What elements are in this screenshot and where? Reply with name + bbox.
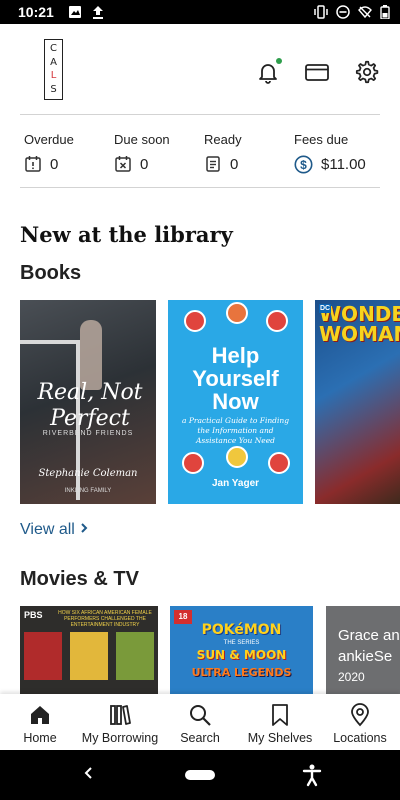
- document-icon: [206, 156, 220, 172]
- movie-cover-grace-and-frankie[interactable]: Grace an ankieSe 2020: [326, 606, 400, 694]
- books-heading: Books: [20, 262, 82, 284]
- book-author: Jan Yager: [211, 478, 260, 489]
- battery-icon: [380, 5, 390, 19]
- bookmark-icon: [272, 704, 288, 726]
- ready-label: Ready: [204, 132, 242, 147]
- movie-subtitle: THE SERIES: [223, 640, 260, 646]
- fees-due-label: Fees due: [294, 132, 349, 147]
- view-all-books-link[interactable]: View all: [20, 521, 89, 539]
- pbs-badge: PBS: [24, 610, 43, 620]
- movie-subtitle: ULTRA LEGENDS: [191, 666, 292, 679]
- movie-subtitle: SUN & MOON: [196, 648, 287, 662]
- system-navigation-bar: [0, 750, 400, 800]
- book-title-line: Real, Not: [37, 380, 143, 405]
- logo-letter-a: A: [50, 56, 57, 68]
- app-header: C A L S: [0, 24, 400, 114]
- bus-emblem-icon: [268, 452, 290, 474]
- settings-button[interactable]: [352, 58, 380, 86]
- bottom-navigation: Home My Borrowing Search My Shelves Loca…: [0, 694, 400, 750]
- cals-logo[interactable]: C A L S: [44, 39, 63, 100]
- do-not-disturb-icon: [336, 5, 350, 19]
- medical-cross-emblem-icon: [182, 452, 204, 474]
- status-bar: 10:21: [0, 0, 400, 24]
- notifications-button[interactable]: [254, 58, 282, 86]
- image-notification-icon: [68, 6, 81, 18]
- dollar-circle-icon: $: [294, 155, 313, 174]
- book-series: RIVERBEND FRIENDS: [42, 430, 134, 437]
- due-soon-label: Due soon: [114, 132, 170, 147]
- movie-caption: HOW SIX AFRICAN AMERICAN FEMALE PERFORME…: [58, 610, 152, 628]
- chevron-right-icon: [81, 523, 88, 533]
- status-time: 10:21: [18, 4, 54, 20]
- gear-icon: [355, 60, 379, 84]
- bell-icon: [259, 64, 277, 84]
- nav-my-borrowing[interactable]: My Borrowing: [80, 694, 160, 750]
- new-at-library-heading: New at the library: [20, 222, 233, 247]
- fees-due-stat[interactable]: Fees due $ $11.00: [294, 132, 366, 174]
- nav-search-label: Search: [180, 731, 220, 745]
- notification-dot: [276, 58, 282, 64]
- hands-emblem-icon: [226, 446, 248, 468]
- view-all-label: View all: [20, 521, 75, 538]
- book-title: WONDER WOMAN: [319, 302, 400, 346]
- logo-letter-s: S: [50, 84, 57, 96]
- location-pin-icon: [351, 703, 369, 727]
- nav-my-shelves[interactable]: My Shelves: [240, 694, 320, 750]
- upload-notification-icon: [92, 6, 103, 19]
- car-emblem-icon: [184, 310, 206, 332]
- movie-title: POKéMON: [201, 622, 282, 638]
- book-cover-real-not-perfect[interactable]: Real, Not Perfect RIVERBEND FRIENDS Steph…: [20, 300, 156, 504]
- document-emblem-icon: [266, 310, 288, 332]
- search-icon: [190, 705, 211, 726]
- library-card-button[interactable]: [303, 58, 331, 86]
- books-icon: [110, 705, 131, 725]
- book-publisher: INKLING FAMILY: [64, 488, 112, 494]
- nav-my-shelves-label: My Shelves: [247, 731, 313, 745]
- overdue-label: Overdue: [24, 132, 74, 147]
- movie-cover-pbs-documentary[interactable]: PBS HOW SIX AFRICAN AMERICAN FEMALE PERF…: [20, 606, 158, 694]
- book-cover-help-yourself-now[interactable]: Help Yourself Now a Practical Guide to F…: [168, 300, 303, 504]
- movie-cover-pokemon[interactable]: 18 POKéMON THE SERIES SUN & MOON ULTRA L…: [170, 606, 313, 694]
- wifi-off-icon: [358, 6, 372, 19]
- account-summary: Overdue 0 Due soon 0 Ready 0 Fees due $ …: [20, 114, 380, 188]
- book-title-line: Now: [212, 389, 259, 414]
- home-pill-button[interactable]: [185, 770, 215, 780]
- calendar-x-icon: [115, 156, 131, 172]
- movie-year: 2020: [338, 670, 365, 684]
- nav-search[interactable]: Search: [160, 694, 240, 750]
- nav-home-label: Home: [23, 731, 57, 745]
- dc-badge: DC: [319, 304, 332, 313]
- movie-title-line: Grace an: [338, 627, 400, 644]
- moneybag-emblem-icon: [226, 302, 248, 324]
- home-icon: [31, 706, 49, 724]
- book-title-line: Help: [211, 343, 260, 368]
- fees-due-value: $11.00: [321, 156, 366, 173]
- ready-value: 0: [230, 155, 239, 173]
- book-title-line: Yourself: [192, 366, 279, 391]
- movies-tv-heading: Movies & TV: [20, 568, 139, 590]
- book-subtitle: a Practical Guide to Finding the Informa…: [181, 416, 290, 445]
- nav-home[interactable]: Home: [0, 694, 80, 750]
- movie-title-line: ankieSe: [338, 648, 393, 665]
- book-author: Stephanie Coleman: [38, 468, 138, 479]
- book-cover-wonder-woman[interactable]: WONDER WOMAN DC: [315, 300, 400, 504]
- logo-letter-l: L: [50, 70, 57, 82]
- logo-letter-c: C: [50, 42, 57, 54]
- ready-stat[interactable]: Ready 0: [204, 132, 242, 173]
- nav-locations[interactable]: Locations: [320, 694, 400, 750]
- back-icon[interactable]: [82, 765, 96, 786]
- book-title-line: Perfect: [50, 406, 130, 431]
- due-soon-value: 0: [140, 155, 149, 173]
- overdue-stat[interactable]: Overdue 0: [24, 132, 74, 173]
- svg-text:$: $: [300, 158, 307, 172]
- vibrate-icon: [314, 5, 328, 19]
- calendar-alert-icon: [25, 156, 41, 172]
- nav-my-borrowing-label: My Borrowing: [81, 731, 159, 745]
- credit-card-icon: [305, 64, 329, 81]
- due-soon-stat[interactable]: Due soon 0: [114, 132, 170, 173]
- nav-locations-label: Locations: [333, 731, 387, 745]
- accessibility-icon[interactable]: [301, 763, 323, 792]
- overdue-value: 0: [50, 155, 59, 173]
